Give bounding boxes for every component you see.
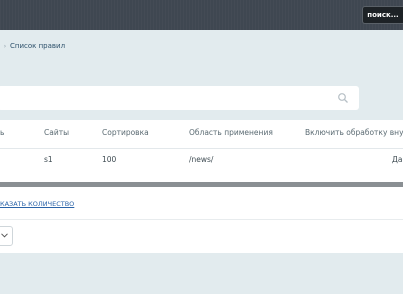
- footer-divider: [0, 219, 403, 220]
- column-header-scope[interactable]: Область применения: [189, 128, 273, 137]
- table-footer: [0, 187, 403, 253]
- global-search-button[interactable]: поиск...: [362, 6, 403, 24]
- filter-search-input[interactable]: [0, 86, 359, 110]
- breadcrumb: › Список правил: [0, 38, 65, 54]
- show-count-link[interactable]: КАЗАТЬ КОЛИЧЕСТВО: [0, 200, 74, 208]
- column-header[interactable]: ь: [0, 128, 4, 137]
- row-divider: [0, 148, 403, 149]
- page-size-select[interactable]: [0, 226, 13, 246]
- breadcrumb-current[interactable]: Список правил: [10, 42, 65, 50]
- table-cell-sites: s1: [44, 155, 53, 164]
- table-cell-scope: /news/: [189, 155, 214, 164]
- column-header-enable-processing[interactable]: Включить обработку вну: [305, 128, 403, 137]
- table-cell-enabled: Да: [392, 155, 403, 164]
- column-header-sort[interactable]: Сортировка: [102, 128, 149, 137]
- chevron-down-icon: [1, 233, 8, 238]
- top-bar: поиск...: [0, 0, 403, 30]
- breadcrumb-chevron-icon: ›: [3, 42, 7, 50]
- column-header-sites[interactable]: Сайты: [44, 128, 69, 137]
- table-cell-sort: 100: [102, 155, 117, 164]
- search-icon[interactable]: [337, 92, 349, 104]
